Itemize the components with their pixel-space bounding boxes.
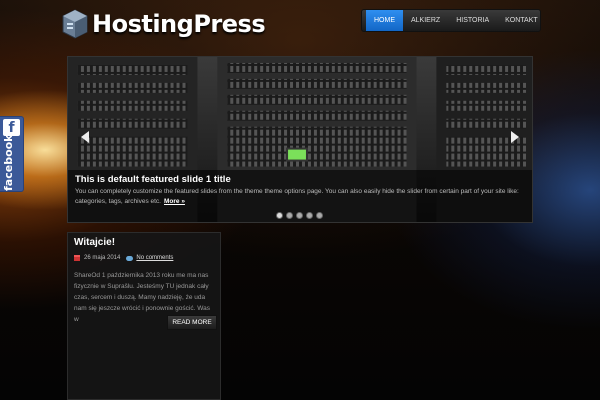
main-nav: HOME ALKIERZ HISTORIA KONTAKT bbox=[361, 9, 541, 32]
server-box-icon bbox=[62, 9, 88, 39]
slider-dot-3[interactable] bbox=[296, 212, 303, 219]
nav-item-historia[interactable]: HISTORIA bbox=[448, 10, 497, 31]
nav-item-alkierz[interactable]: ALKIERZ bbox=[403, 10, 448, 31]
slider-pagination bbox=[276, 212, 323, 219]
slide-more-link[interactable]: More » bbox=[164, 198, 185, 205]
nav-item-kontakt[interactable]: KONTAKT bbox=[497, 10, 546, 31]
slider-dot-1[interactable] bbox=[276, 212, 283, 219]
read-more-button[interactable]: READ MORE bbox=[167, 315, 217, 330]
featured-slider: This is default featured slide 1 title Y… bbox=[67, 56, 533, 223]
site-logo[interactable]: HostingPress bbox=[62, 8, 266, 40]
post-date: 26 maja 2014 bbox=[84, 255, 121, 261]
facebook-label: facebook bbox=[2, 134, 15, 192]
calendar-icon bbox=[74, 255, 80, 261]
slider-prev-arrow-icon[interactable] bbox=[80, 131, 90, 143]
slide-description: You can completely customize the feature… bbox=[75, 187, 532, 207]
slider-dot-4[interactable] bbox=[306, 212, 313, 219]
slide-description-text: You can completely customize the feature… bbox=[75, 188, 519, 205]
slider-dot-5[interactable] bbox=[316, 212, 323, 219]
slider-dot-2[interactable] bbox=[286, 212, 293, 219]
facebook-tab[interactable]: f facebook bbox=[0, 116, 24, 192]
nav-item-home[interactable]: HOME bbox=[366, 10, 403, 31]
site-title: HostingPress bbox=[92, 10, 266, 38]
post-card: Witajcie! 26 maja 2014 No comments Share… bbox=[67, 232, 221, 400]
slide-title: This is default featured slide 1 title bbox=[75, 174, 231, 185]
comment-icon bbox=[126, 255, 134, 261]
post-meta: 26 maja 2014 No comments bbox=[74, 255, 214, 261]
post-title[interactable]: Witajcie! bbox=[74, 237, 214, 248]
post-comments-link[interactable]: No comments bbox=[136, 255, 173, 261]
slider-next-arrow-icon[interactable] bbox=[510, 131, 520, 143]
